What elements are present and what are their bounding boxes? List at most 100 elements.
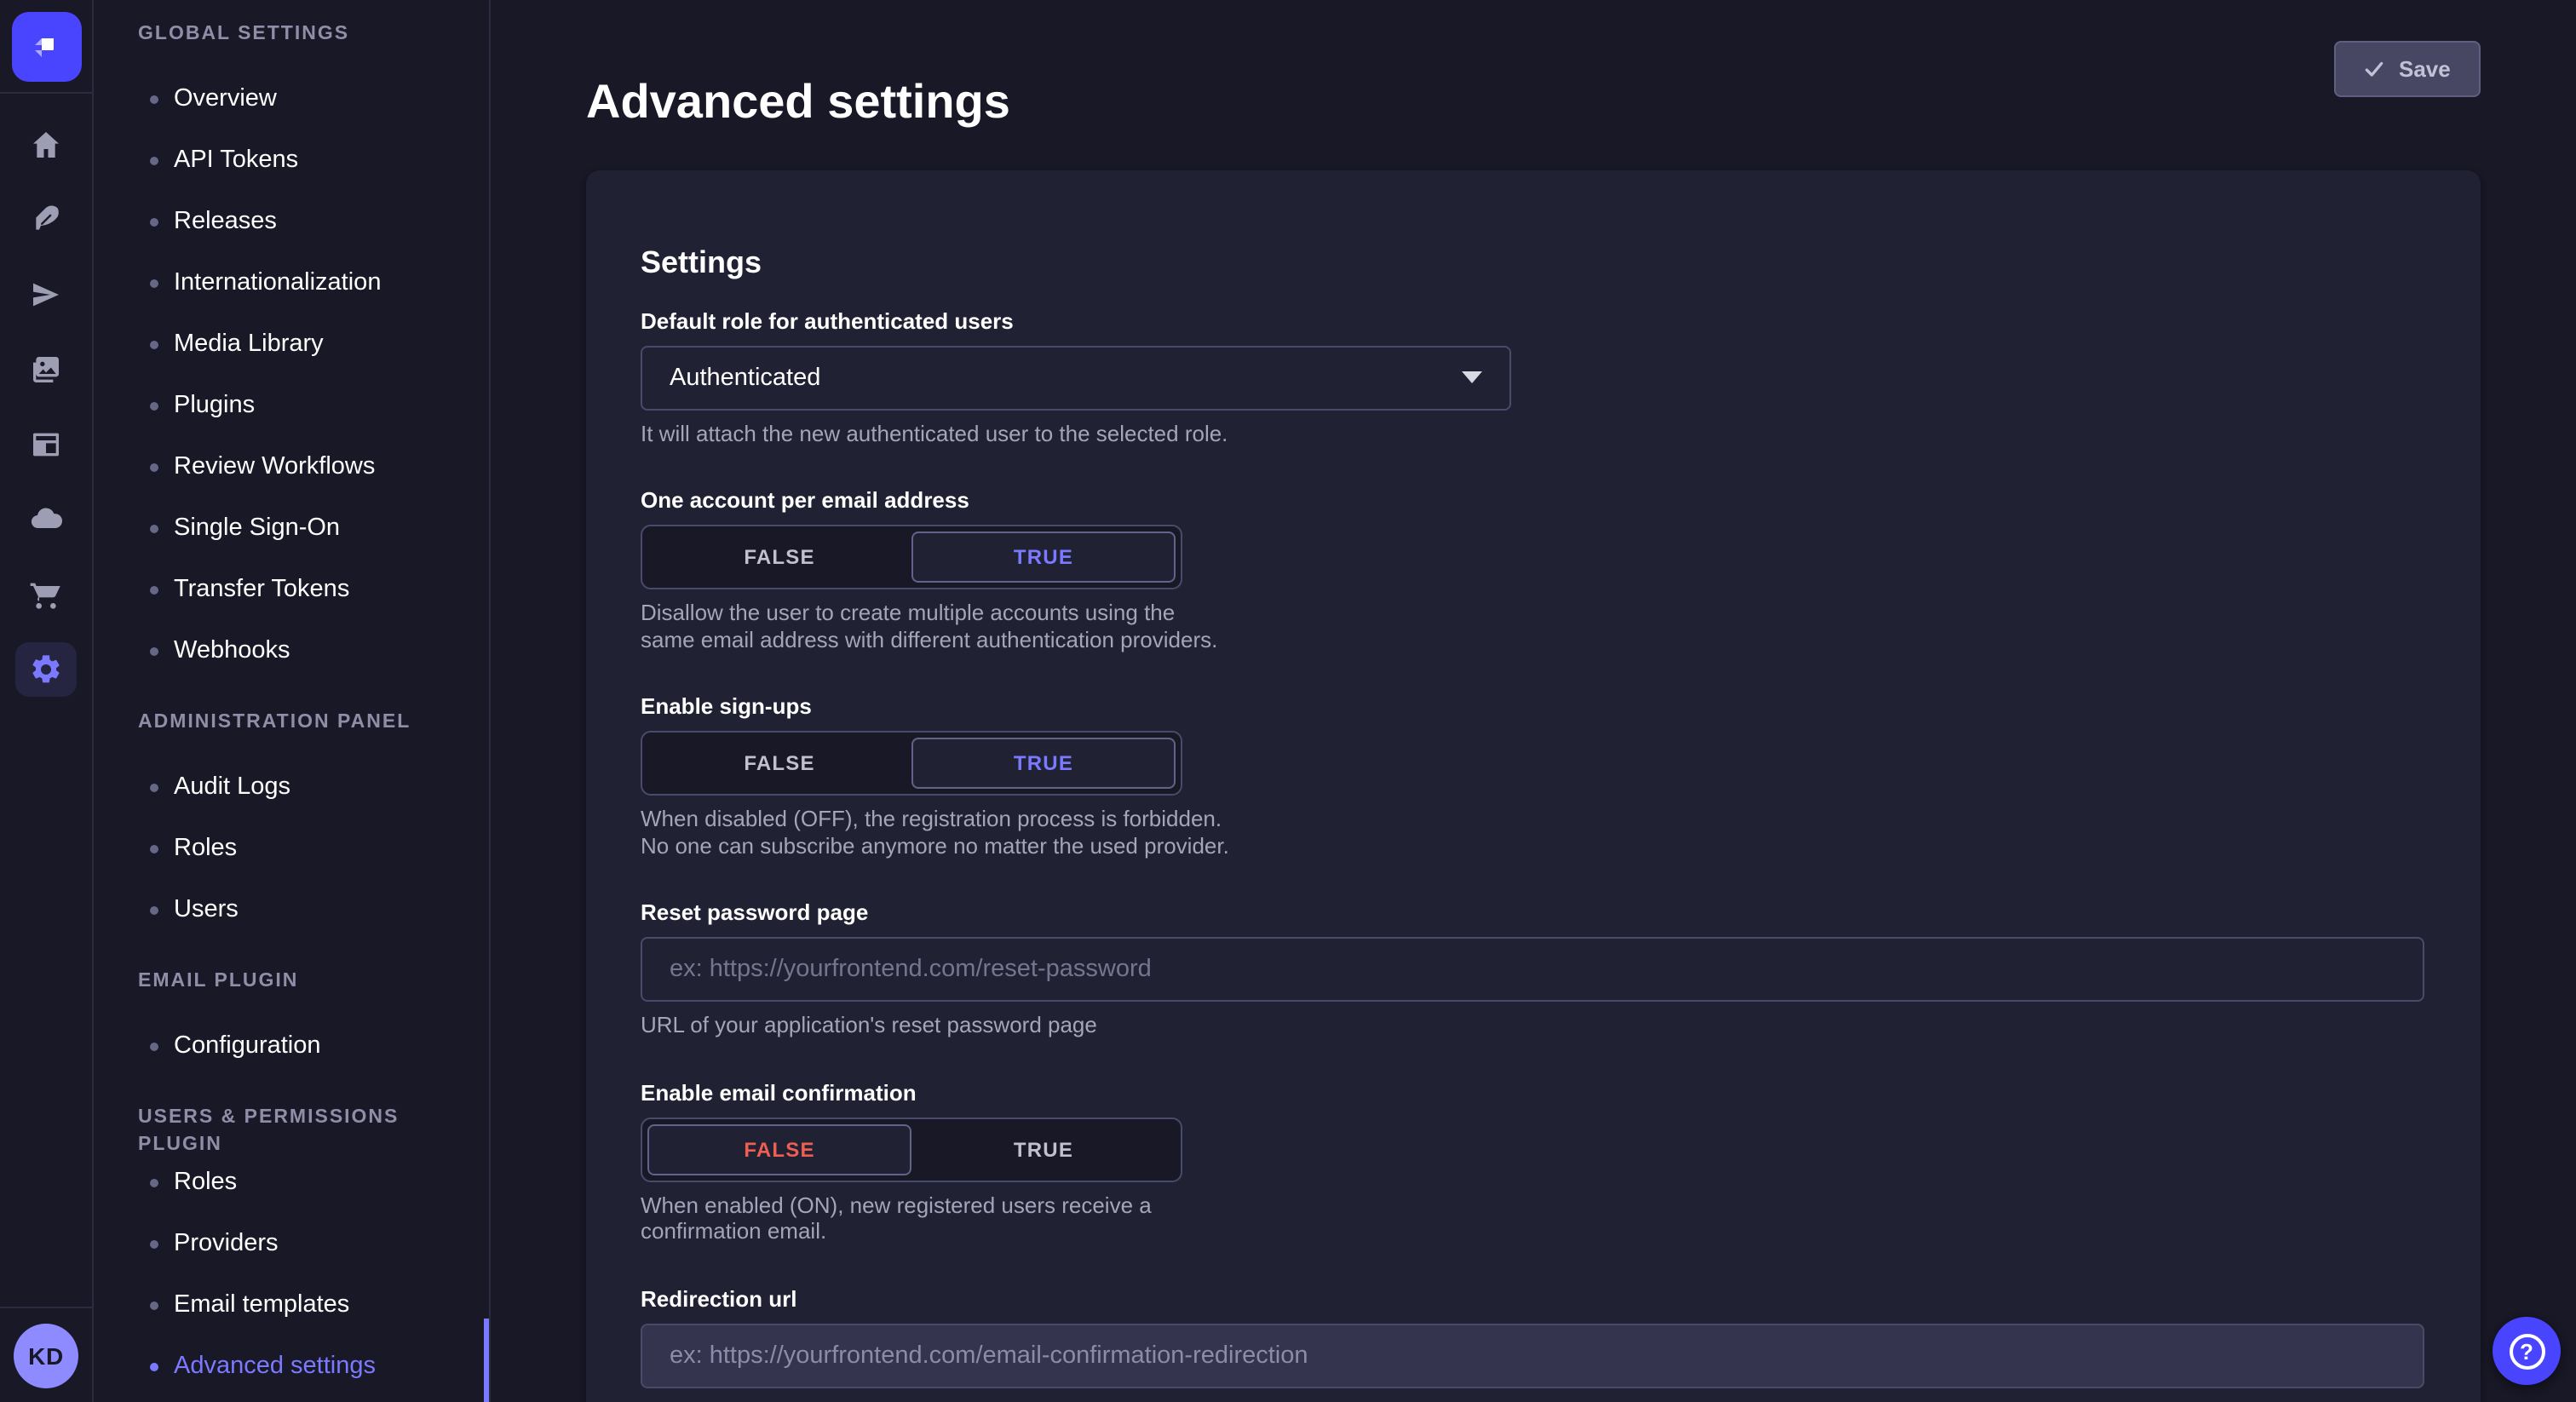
toggle-true-option[interactable]: TRUE [911,532,1176,583]
bullet-icon [150,646,158,655]
help-button[interactable]: ? [2493,1317,2561,1385]
sidebar-item-label: Internationalization [174,269,381,296]
field-label: Default role for authenticated users [641,308,2426,336]
redirection-url-input[interactable] [641,1324,2424,1388]
sidebar-item-releases[interactable]: Releases [94,191,489,252]
sidebar-item-review-workflows[interactable]: Review Workflows [94,436,489,497]
home-button[interactable] [15,118,77,172]
bullet-icon [150,1362,158,1370]
sidebar-item-roles[interactable]: Roles [94,818,489,879]
sidebar-item-plugins[interactable]: Plugins [94,375,489,436]
sidebar-item-label: Releases [174,208,277,235]
toggle-false-option[interactable]: FALSE [647,1124,911,1175]
content-manager-button[interactable] [15,417,77,472]
toggle-true-option[interactable]: TRUE [911,738,1176,790]
main-content: Advanced settings Save Settings Default … [491,0,2576,1402]
sidebar-item-configuration[interactable]: Configuration [94,1015,489,1077]
settings-card: Settings Default role for authenticated … [586,170,2481,1402]
media-library-button[interactable] [15,342,77,397]
sidebar-item-transfer-tokens[interactable]: Transfer Tokens [94,559,489,620]
field-hint: URL of your application's reset password… [641,1013,2426,1039]
sidebar-item-label: Providers [174,1230,279,1257]
home-icon [29,128,63,162]
app: KD GLOBAL SETTINGSOverviewAPI TokensRele… [0,0,2576,1402]
marketplace-button[interactable] [15,567,77,622]
sidebar-item-label: Transfer Tokens [174,576,349,603]
sidebar-item-label: API Tokens [174,147,298,174]
sidebar-item-label: Audit Logs [174,773,290,801]
field-hint: When disabled (OFF), the registration pr… [641,807,1233,859]
sidebar-item-label: Roles [174,1169,237,1196]
sidebar-item-audit-logs[interactable]: Audit Logs [94,756,489,818]
one-account-toggle: FALSE TRUE [641,526,1182,590]
bullet-icon [150,524,158,532]
avatar[interactable]: KD [14,1324,78,1388]
sidebar-item-providers[interactable]: Providers [94,1213,489,1274]
field-default-role: Default role for authenticated users Aut… [641,308,2426,447]
bullet-icon [150,1239,158,1248]
field-enable-sign-ups: Enable sign-ups FALSE TRUE When disabled… [641,694,2426,859]
default-role-select[interactable]: Authenticated [641,346,1511,411]
cloud-icon [29,503,63,537]
field-hint: It will attach the new authenticated use… [641,421,2426,447]
reset-password-input[interactable] [641,938,2424,1003]
select-value: Authenticated [670,365,820,392]
toggle-false-option[interactable]: FALSE [647,532,911,583]
bullet-icon [150,340,158,348]
content-builder-button[interactable] [15,192,77,247]
field-label: Reset password page [641,900,2426,928]
nav-section-header: EMAIL PLUGIN [138,968,489,995]
sidebar-item-label: Review Workflows [174,453,375,480]
sidebar-item-roles[interactable]: Roles [94,1152,489,1213]
field-one-account-per-email: One account per email address FALSE TRUE… [641,488,2426,653]
bullet-icon [150,217,158,226]
rail-footer: KD [0,1307,92,1388]
toggle-false-option[interactable]: FALSE [647,738,911,790]
bullet-icon [150,156,158,164]
field-redirection-url: Redirection url [641,1286,2426,1388]
bullet-icon [150,95,158,103]
sidebar-item-users[interactable]: Users [94,879,489,940]
bullet-icon [150,279,158,287]
nav-section-header: ADMINISTRATION PANEL [138,709,489,736]
save-button[interactable]: Save [2334,41,2481,97]
sidebar-item-internationalization[interactable]: Internationalization [94,252,489,313]
sidebar-item-label: Email templates [174,1291,349,1319]
sidebar-item-advanced-settings[interactable]: Advanced settings [94,1336,489,1397]
field-hint: When enabled (ON), new registered users … [641,1192,1233,1245]
sidebar-item-label: Single Sign-On [174,514,340,542]
cloud-button[interactable] [15,492,77,547]
bullet-icon [150,844,158,853]
settings-button[interactable] [15,642,77,697]
rail-nav [0,94,92,697]
sidebar-item-single-sign-on[interactable]: Single Sign-On [94,497,489,559]
sidebar-item-label: Configuration [174,1032,321,1060]
send-icon [29,278,63,312]
sidebar-item-label: Users [174,896,239,923]
sidebar-item-media-library[interactable]: Media Library [94,313,489,375]
sidebar-item-api-tokens[interactable]: API Tokens [94,129,489,191]
bullet-icon [150,401,158,410]
toggle-true-option[interactable]: TRUE [911,1124,1176,1175]
deploy-button[interactable] [15,267,77,322]
strapi-logo-icon [26,26,66,66]
chevron-down-icon [1462,372,1482,384]
page-header: Advanced settings Save [586,41,2481,136]
feather-icon [29,203,63,237]
sidebar-item-webhooks[interactable]: Webhooks [94,620,489,681]
sidebar-item-label: Webhooks [174,637,290,664]
sidebar-item-email-templates[interactable]: Email templates [94,1274,489,1336]
strapi-logo[interactable] [11,11,81,81]
media-library-icon [29,353,63,387]
nav-section-header: USERS & PERMISSIONS PLUGIN [138,1104,489,1131]
sidebar-item-overview[interactable]: Overview [94,68,489,129]
sidebar-item-label: Overview [174,85,277,112]
sidebar-item-label: Advanced settings [174,1353,376,1380]
icon-rail: KD [0,0,94,1402]
field-label: Enable email confirmation [641,1080,2426,1107]
content-manager-icon [29,428,63,462]
marketplace-cart-icon [29,577,63,612]
bullet-icon [150,1301,158,1309]
field-hint: Disallow the user to create multiple acc… [641,600,1233,653]
settings-gear-icon [29,652,63,687]
